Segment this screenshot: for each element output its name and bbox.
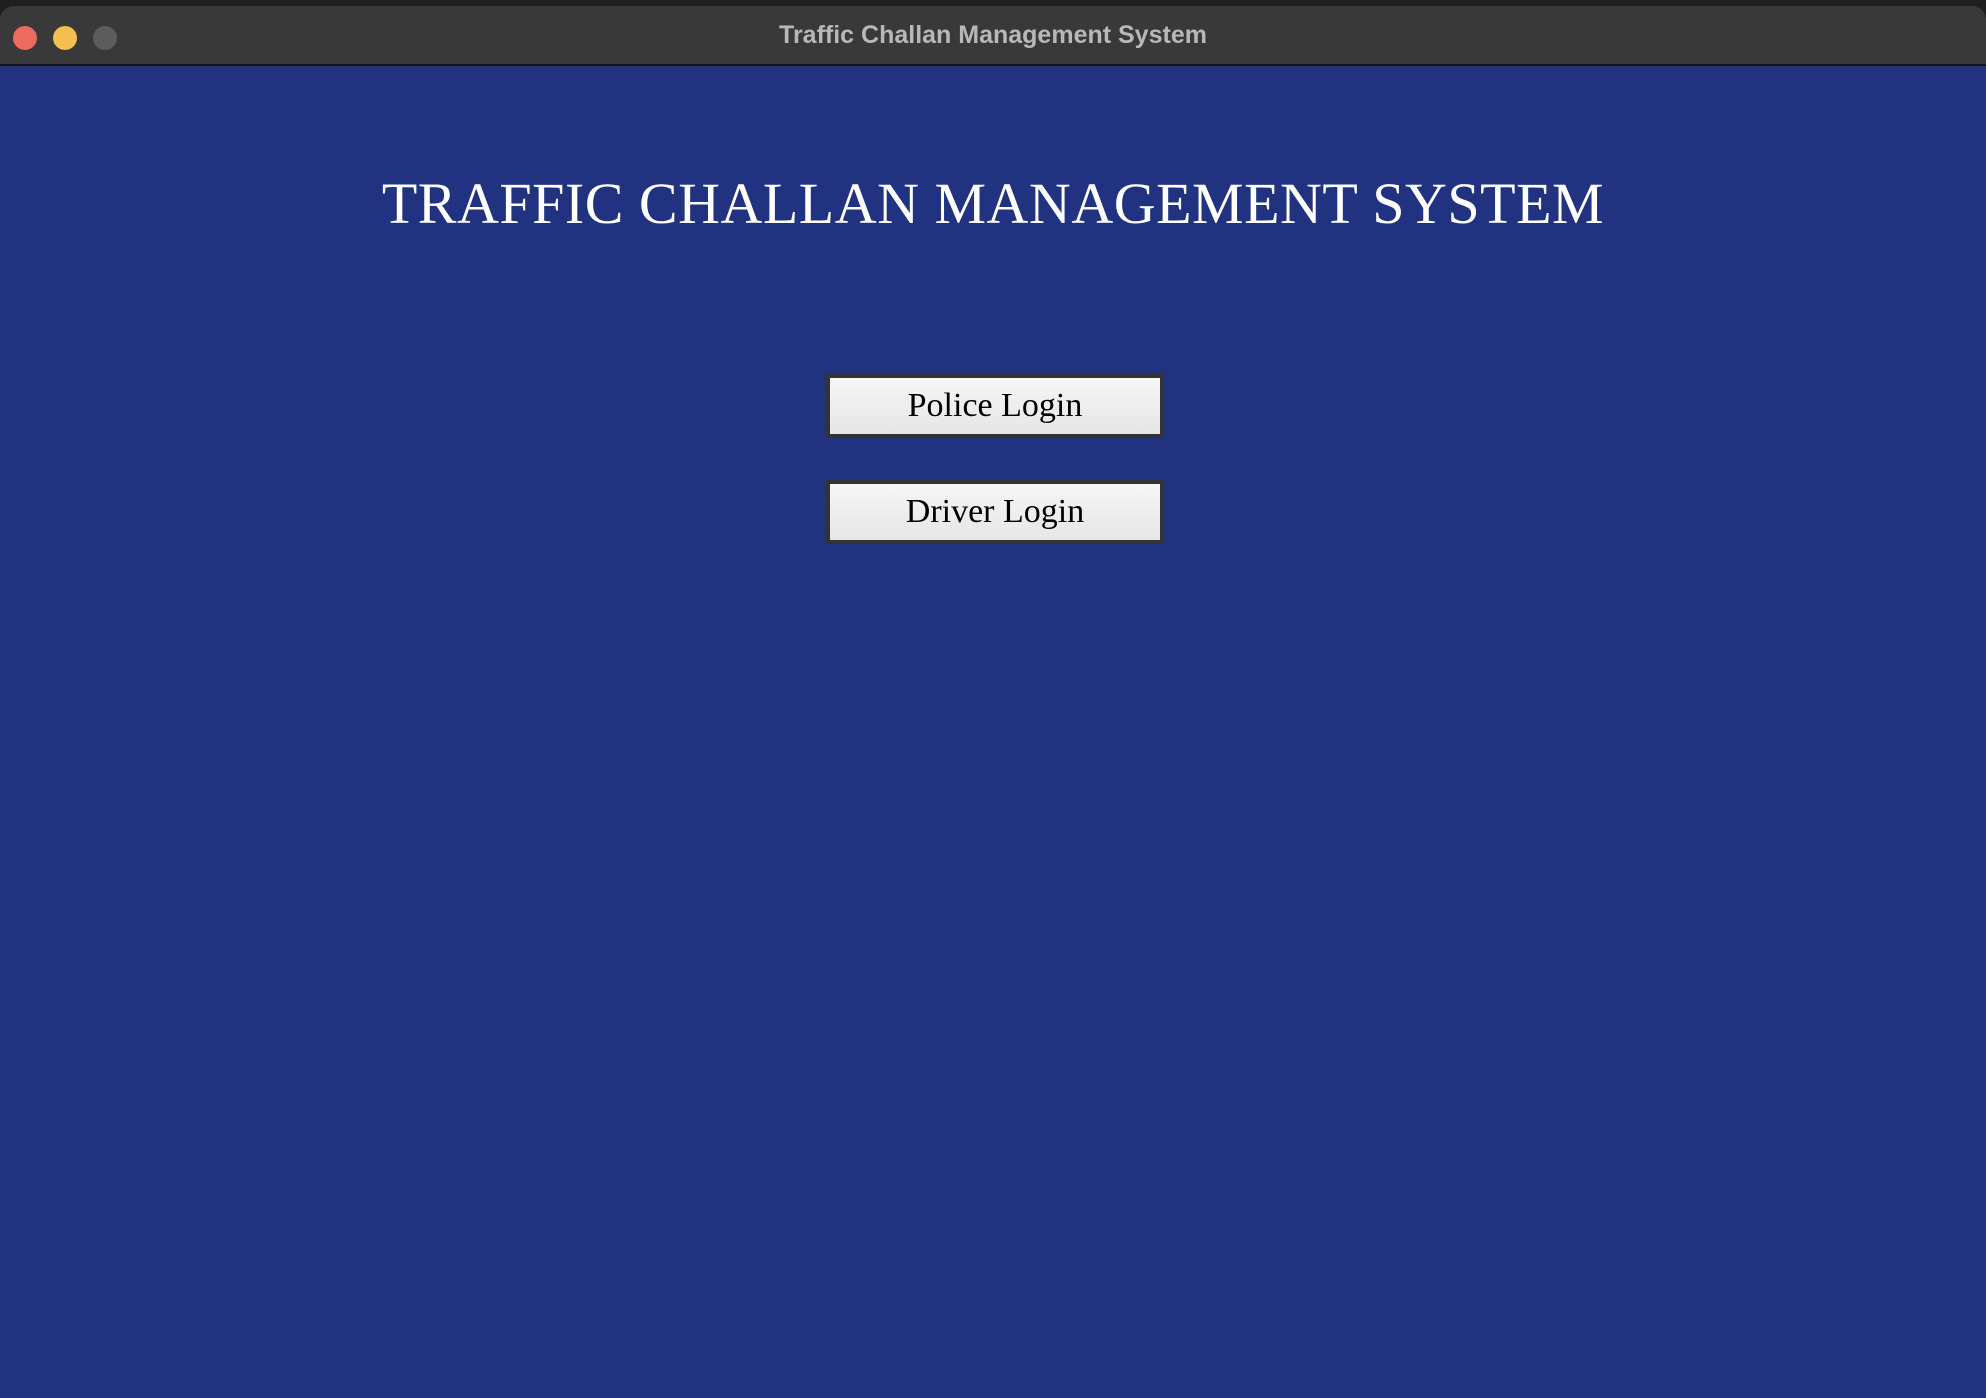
app-window: Traffic Challan Management System TRAFFI… [0, 6, 1986, 1398]
title-bar[interactable]: Traffic Challan Management System [0, 6, 1986, 66]
page-title: TRAFFIC CHALLAN MANAGEMENT SYSTEM [381, 171, 1605, 236]
police-login-button[interactable]: Police Login [826, 374, 1164, 438]
driver-login-button[interactable]: Driver Login [826, 480, 1164, 544]
main-content: TRAFFIC CHALLAN MANAGEMENT SYSTEM Police… [0, 66, 1986, 1398]
window-title: Traffic Challan Management System [779, 21, 1207, 49]
